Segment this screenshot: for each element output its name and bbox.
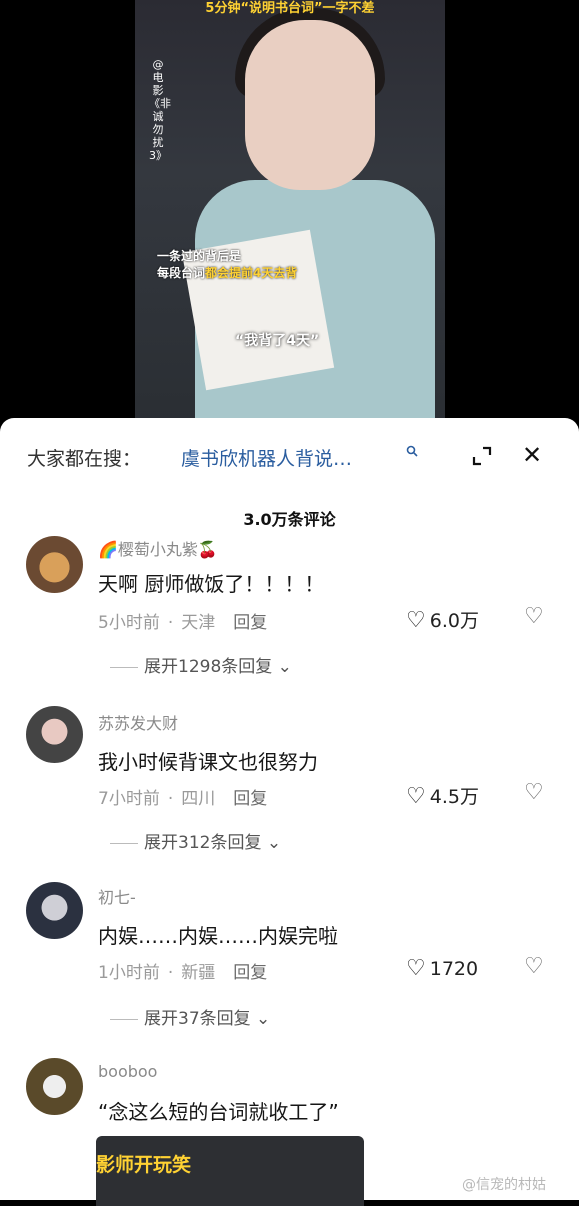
- separator-dot: ·: [167, 963, 174, 983]
- video-credit: @电影《非诚勿扰3》: [149, 58, 171, 162]
- video-player[interactable]: 5分钟“说明书台词”一字不差 @电影《非诚勿扰3》 一条过的背后是 每段台词都会…: [0, 0, 579, 430]
- video-subtitle: 一条过的背后是 每段台词都会提前4天去背: [157, 248, 297, 282]
- expand-replies[interactable]: 展开37条回复 ⌄: [110, 1004, 270, 1029]
- video-frame: 5分钟“说明书台词”一字不差 @电影《非诚勿扰3》 一条过的背后是 每段台词都会…: [135, 0, 445, 430]
- chevron-down-icon: ⌄: [266, 833, 282, 853]
- expand-replies[interactable]: 展开312条回复 ⌄: [110, 828, 281, 853]
- avatar[interactable]: [26, 706, 83, 763]
- separator-dot: ·: [167, 789, 174, 809]
- avatar[interactable]: [26, 1058, 83, 1115]
- video-top-caption: 5分钟“说明书台词”一字不差: [205, 1, 375, 16]
- divider: [110, 666, 138, 668]
- broken-heart-icon[interactable]: ♡: [524, 604, 544, 629]
- comment-image-text: 影师开玩笑: [96, 1154, 192, 1176]
- avatar[interactable]: [26, 882, 83, 939]
- expand-replies-label: 展开1298条回复: [144, 657, 273, 677]
- subtitle-highlight: 都会提前4天去背: [205, 266, 298, 280]
- comment-text: 内娱……内娱……内娱完啦: [98, 924, 338, 948]
- comment-meta: 7小时前 · 四川 回复: [98, 784, 267, 809]
- comment-username[interactable]: 初七-: [98, 884, 136, 908]
- comment-sheet: 大家都在搜： 虞书欣机器人背说… ✕ 3.0万条评论 🌈樱萄小丸紫🍒 天啊 厨师…: [0, 418, 579, 1206]
- like-count: 6.0万: [429, 610, 479, 632]
- reply-button[interactable]: 回复: [233, 963, 267, 983]
- separator-dot: ·: [167, 613, 174, 633]
- video-subtitle-line1: 一条过的背后是: [157, 249, 242, 263]
- like-button[interactable]: ♡ 4.5万: [406, 782, 479, 809]
- broken-heart-icon[interactable]: ♡: [524, 954, 544, 979]
- divider: [110, 1018, 138, 1020]
- chevron-down-icon: ⌄: [256, 1009, 271, 1029]
- chevron-down-icon: ⌄: [277, 657, 292, 677]
- reply-button[interactable]: 回复: [233, 789, 267, 809]
- subtitle-prefix: 每段台词: [157, 266, 206, 280]
- like-count: 1720: [429, 958, 479, 980]
- reply-button[interactable]: 回复: [233, 613, 267, 633]
- search-label: 大家都在搜：: [27, 448, 142, 470]
- comment-image[interactable]: 影师开玩笑: [96, 1136, 364, 1206]
- expand-replies-label: 展开37条回复: [144, 1009, 251, 1029]
- divider: [110, 842, 138, 844]
- search-query-link[interactable]: 虞书欣机器人背说…: [181, 444, 352, 471]
- comment-text: 我小时候背课文也很努力: [98, 750, 318, 774]
- like-count: 4.5万: [429, 786, 479, 808]
- comment-text: “念这么短的台词就收工了”: [98, 1100, 339, 1124]
- comment-location: 天津: [181, 613, 216, 633]
- heart-icon: ♡: [406, 608, 426, 633]
- video-subtitle-line2: 每段台词都会提前4天去背: [157, 265, 297, 282]
- comment-time: 1小时前: [98, 963, 160, 983]
- video-quote: “我背了4天”: [235, 333, 320, 349]
- expand-replies[interactable]: 展开1298条回复 ⌄: [110, 652, 292, 677]
- watermark: @信宠的村姑: [462, 1177, 546, 1193]
- search-suggestion-bar[interactable]: 大家都在搜： 虞书欣机器人背说… ✕: [0, 418, 579, 494]
- heart-icon: ♡: [406, 784, 426, 809]
- comment-location: 四川: [181, 789, 216, 809]
- comments-count: 3.0万条评论: [243, 510, 336, 529]
- comment-username[interactable]: 苏苏发大财: [98, 710, 178, 734]
- like-button[interactable]: ♡ 6.0万: [406, 606, 479, 633]
- expand-replies-label: 展开312条回复: [144, 833, 262, 853]
- person-face: [245, 20, 375, 190]
- search-icon[interactable]: [406, 445, 418, 461]
- comment-meta: 5小时前 · 天津 回复: [98, 608, 267, 633]
- broken-heart-icon[interactable]: ♡: [524, 780, 544, 805]
- comment-location: 新疆: [181, 963, 216, 983]
- comment-text: 天啊 厨师做饭了！！！！: [98, 572, 325, 596]
- heart-icon: ♡: [406, 956, 426, 981]
- comment-username[interactable]: booboo: [98, 1062, 157, 1081]
- like-button[interactable]: ♡ 1720: [406, 956, 478, 981]
- expand-icon[interactable]: [472, 446, 492, 466]
- close-icon[interactable]: ✕: [522, 443, 542, 467]
- comment-meta: 1小时前 · 新疆 回复: [98, 958, 267, 983]
- comment-time: 5小时前: [98, 613, 160, 633]
- avatar[interactable]: [26, 536, 83, 593]
- comment-time: 7小时前: [98, 789, 160, 809]
- comment-username[interactable]: 🌈樱萄小丸紫🍒: [98, 536, 218, 560]
